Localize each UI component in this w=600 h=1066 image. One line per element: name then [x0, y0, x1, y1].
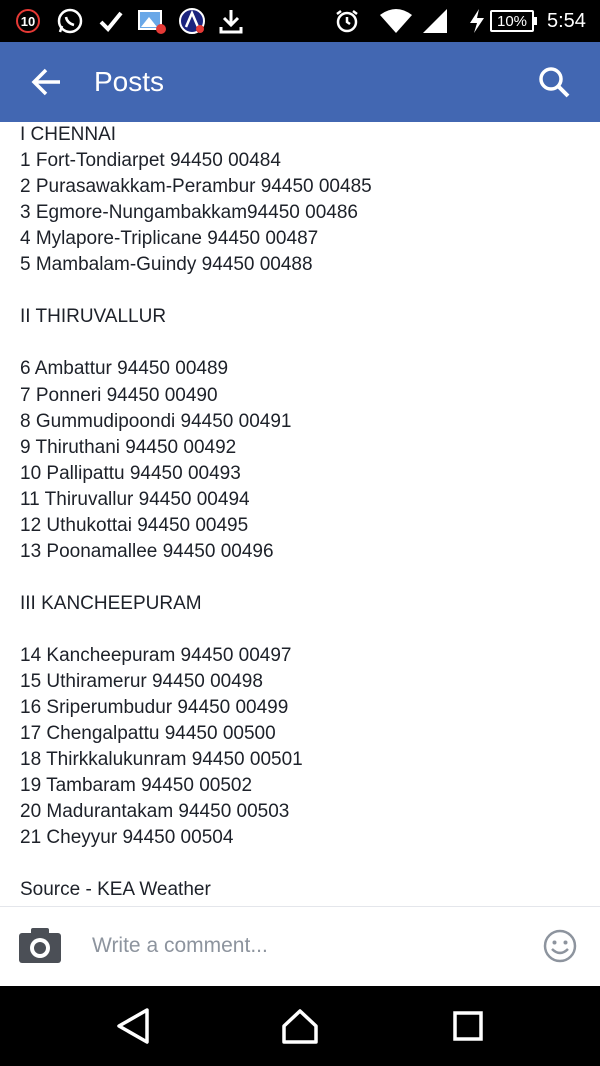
home-icon	[282, 1009, 318, 1044]
gallery-icon	[136, 0, 168, 42]
post-line: 18 Thirkkalukunram 94450 00501	[20, 749, 303, 771]
post-line: 20 Madurantakam 94450 00503	[20, 801, 290, 823]
battery-indicator: 10%	[490, 10, 537, 32]
post-line: 10 Pallipattu 94450 00493	[20, 462, 241, 484]
post-line: 15 Uthiramerur 94450 00498	[20, 671, 263, 693]
post-line: 14 Kancheepuram 94450 00497	[20, 645, 292, 666]
clock: 5:54	[547, 10, 586, 32]
post-line: 9 Thiruthani 94450 00492	[20, 436, 237, 458]
post-line: 17 Chengalpattu 94450 00500	[20, 723, 276, 745]
nav-recents-button[interactable]	[448, 1006, 488, 1046]
app-icon	[176, 0, 208, 42]
back-arrow-icon	[31, 68, 60, 96]
post-body: I CHENNAI 1 Fort-Tondiarpet 94450 00484 2 …	[0, 122, 600, 906]
post-line: 3 Egmore-Nungambakkam94450 00486	[20, 202, 358, 224]
whatsapp-icon	[54, 0, 86, 42]
post-line: Source - KEA Weather	[20, 879, 211, 901]
emoji-icon	[543, 929, 577, 963]
comment-input[interactable]	[92, 921, 512, 971]
post-line: 2 Purasawakkam-Perambur 94450 00485	[20, 176, 372, 198]
comment-bar	[0, 906, 600, 986]
navigation-bar	[0, 986, 600, 1066]
search-button[interactable]	[530, 60, 578, 104]
charging-icon	[466, 0, 488, 42]
notification-count-badge: 10	[16, 9, 40, 33]
camera-button[interactable]	[18, 925, 62, 965]
alarm-icon	[332, 0, 362, 42]
back-button[interactable]	[22, 60, 70, 104]
nav-back-button[interactable]	[113, 1006, 153, 1046]
post-line: 11 Thiruvallur 94450 00494	[20, 488, 250, 510]
status-bar: 10 10% 5:54	[0, 0, 600, 42]
post-line: I CHENNAI	[20, 124, 117, 145]
recents-square-icon	[453, 1011, 483, 1041]
post-line: 8 Gummudipoondi 94450 00491	[20, 410, 292, 432]
signal-icon	[420, 0, 450, 42]
post-line: 6 Ambattur 94450 00489	[20, 358, 229, 380]
emoji-button[interactable]	[542, 928, 578, 964]
page-title: Posts	[94, 66, 165, 97]
back-triangle-icon	[117, 1008, 149, 1044]
post-line: II THIRUVALLUR	[20, 306, 167, 328]
camera-icon	[19, 928, 61, 963]
wifi-icon	[378, 0, 414, 42]
post-line: 1 Fort-Tondiarpet 94450 00484	[20, 150, 281, 172]
post-line: 19 Tambaram 94450 00502	[20, 775, 253, 797]
download-icon	[216, 0, 246, 42]
post-line: 21 Cheyyur 94450 00504	[20, 827, 234, 849]
post-line: 16 Sriperumbudur 94450 00499	[20, 697, 289, 719]
nav-home-button[interactable]	[280, 1006, 320, 1046]
post-line: 4 Mylapore-Triplicane 94450 00487	[20, 228, 319, 250]
post-line: 12 Uthukottai 94450 00495	[20, 514, 249, 536]
app-bar: Posts	[0, 42, 600, 122]
post-line: III KANCHEEPURAM	[20, 592, 202, 614]
post-line: 7 Ponneri 94450 00490	[20, 384, 218, 406]
search-icon	[539, 67, 570, 98]
check-icon	[96, 0, 126, 42]
post-line: 13 Poonamallee 94450 00496	[20, 540, 274, 562]
post-line: 5 Mambalam-Guindy 94450 00488	[20, 254, 313, 276]
